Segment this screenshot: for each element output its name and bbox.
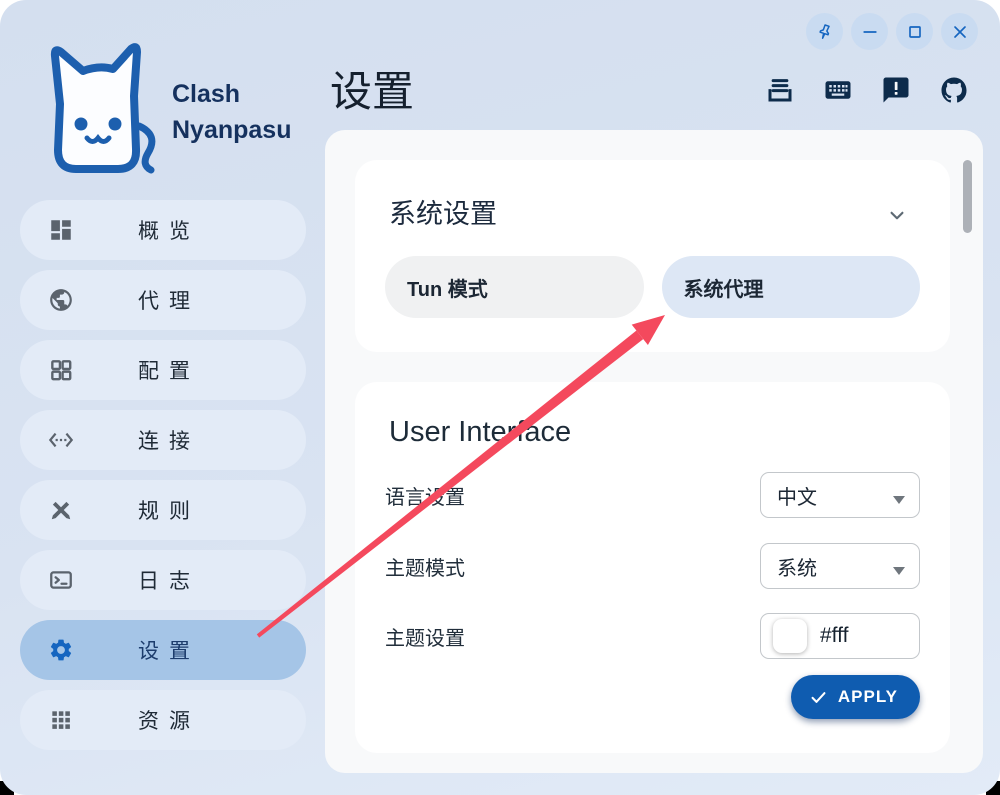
- theme-setting-label: 主题设置: [385, 622, 465, 651]
- pin-button[interactable]: [806, 13, 843, 50]
- sidebar-item-connections[interactable]: 连接: [20, 410, 306, 470]
- theme-color-input[interactable]: #fff: [760, 613, 920, 659]
- feedback-button[interactable]: [878, 73, 914, 107]
- hotkeys-button[interactable]: [820, 73, 856, 107]
- sidebar-item-label: 概览: [20, 215, 306, 245]
- theme-mode-label: 主题模式: [385, 552, 465, 581]
- sidebar-item-label: 资源: [20, 705, 306, 735]
- app-title: Clash Nyanpasu: [172, 76, 291, 148]
- runtime-config-button[interactable]: [762, 73, 798, 107]
- app-title-line2: Nyanpasu: [172, 112, 291, 148]
- apply-button[interactable]: APPLY: [791, 675, 920, 719]
- tun-mode-button[interactable]: Tun 模式: [385, 256, 644, 318]
- caret-down-icon: [893, 562, 905, 570]
- keyboard-icon: [823, 75, 853, 105]
- theme-mode-select[interactable]: 系统: [760, 543, 920, 589]
- theme-mode-row: 主题模式 系统: [385, 543, 920, 589]
- maximize-button[interactable]: [896, 13, 933, 50]
- minimize-button[interactable]: [851, 13, 888, 50]
- language-setting-row: 语言设置 中文: [385, 472, 920, 518]
- collapse-button[interactable]: [884, 202, 910, 228]
- system-proxy-button[interactable]: 系统代理: [662, 256, 921, 318]
- maximize-icon: [905, 22, 925, 42]
- apply-button-label: APPLY: [838, 687, 898, 707]
- sidebar-item-label: 设置: [20, 635, 306, 665]
- caret-down-icon: [893, 491, 905, 499]
- feedback-icon: [881, 75, 911, 105]
- user-interface-card: User Interface 语言设置 中文 主题模式 系统: [355, 382, 950, 753]
- sidebar-item-settings[interactable]: 设置: [20, 620, 306, 680]
- theme-mode-select-value: 系统: [777, 552, 817, 581]
- system-toggle-row: Tun 模式 系统代理: [385, 256, 920, 318]
- sidebar-item-label: 规则: [20, 495, 306, 525]
- sidebar-item-logs[interactable]: 日志: [20, 550, 306, 610]
- sidebar-item-profiles[interactable]: 配置: [20, 340, 306, 400]
- window-controls: [806, 13, 978, 50]
- check-icon: [809, 688, 828, 707]
- cat-logo: [26, 34, 168, 184]
- language-select-value: 中文: [777, 481, 817, 510]
- sidebar-item-label: 连接: [20, 425, 306, 455]
- sidebar-item-rules[interactable]: 规则: [20, 480, 306, 540]
- theme-setting-row: 主题设置 #fff: [385, 613, 920, 659]
- chevron-down-icon: [884, 202, 910, 228]
- github-button[interactable]: [936, 73, 972, 107]
- sidebar-item-overview[interactable]: 概览: [20, 200, 306, 260]
- close-icon: [950, 22, 970, 42]
- printer-icon: [765, 75, 795, 105]
- color-value: #fff: [820, 624, 848, 648]
- sidebar-item-label: 日志: [20, 565, 306, 595]
- system-settings-card: 系统设置 Tun 模式 系统代理: [355, 160, 950, 352]
- sidebar-item-resources[interactable]: 资源: [20, 690, 306, 750]
- github-icon: [939, 75, 969, 105]
- sidebar-item-label: 代理: [20, 285, 306, 315]
- minimize-icon: [860, 22, 880, 42]
- settings-page: 系统设置 Tun 模式 系统代理 User Interface 语言设置 中文: [325, 130, 983, 773]
- sidebar-item-label: 配置: [20, 355, 306, 385]
- scrollbar-thumb[interactable]: [963, 160, 972, 233]
- card-title: 系统设置: [389, 192, 497, 231]
- language-setting-label: 语言设置: [385, 481, 465, 510]
- card-title: User Interface: [389, 416, 571, 449]
- close-button[interactable]: [941, 13, 978, 50]
- color-swatch[interactable]: [773, 619, 807, 653]
- pin-icon: [812, 19, 837, 44]
- page-title: 设置: [330, 58, 414, 119]
- app-window: Clash Nyanpasu 概览 代理 配置 连接: [0, 0, 1000, 795]
- app-title-line1: Clash: [172, 76, 291, 112]
- language-select[interactable]: 中文: [760, 472, 920, 518]
- header-actions: [762, 73, 972, 107]
- sidebar-item-proxies[interactable]: 代理: [20, 270, 306, 330]
